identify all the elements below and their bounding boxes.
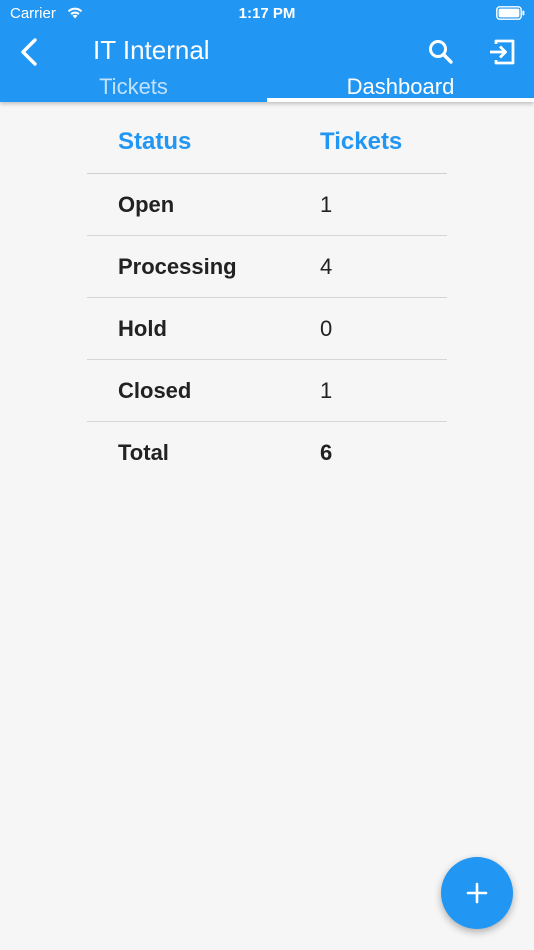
table-header-row: Status Tickets (87, 108, 447, 174)
status-cell: Closed (118, 377, 192, 403)
column-header-tickets: Tickets (320, 127, 403, 155)
tickets-cell: 6 (320, 440, 333, 465)
column-header-status: Status (118, 127, 192, 155)
battery-icon (496, 6, 525, 20)
status-cell: Processing (118, 253, 237, 279)
tickets-cell: 0 (320, 315, 333, 341)
tab-tickets[interactable]: Tickets (0, 72, 267, 102)
back-icon[interactable] (14, 34, 46, 70)
app-screen: Carrier 1:17 PM IT Internal Tickets Dash… (0, 0, 534, 950)
status-table: Status Tickets Open 1 Processing 4 Hold … (87, 108, 447, 484)
table-row: Closed 1 (87, 360, 447, 422)
status-cell: Hold (118, 315, 167, 341)
table-row: Hold 0 (87, 298, 447, 360)
table-total-row: Total 6 (87, 422, 447, 484)
exit-icon[interactable] (486, 36, 518, 68)
add-ticket-button[interactable] (441, 857, 513, 929)
tab-indicator (267, 98, 534, 102)
search-icon[interactable] (425, 36, 457, 68)
clock: 1:17 PM (238, 5, 296, 22)
table-row: Open 1 (87, 174, 447, 236)
status-bar: Carrier 1:17 PM (0, 0, 534, 28)
table-row: Processing 4 (87, 236, 447, 298)
app-bar: Carrier 1:17 PM IT Internal Tickets Dash… (0, 0, 534, 102)
page-title: IT Internal (93, 35, 210, 65)
tickets-cell: 1 (320, 377, 333, 403)
tickets-cell: 4 (320, 253, 333, 279)
tickets-cell: 1 (320, 191, 333, 217)
status-cell: Total (118, 440, 169, 465)
status-cell: Open (118, 191, 175, 217)
plus-icon (466, 882, 488, 904)
